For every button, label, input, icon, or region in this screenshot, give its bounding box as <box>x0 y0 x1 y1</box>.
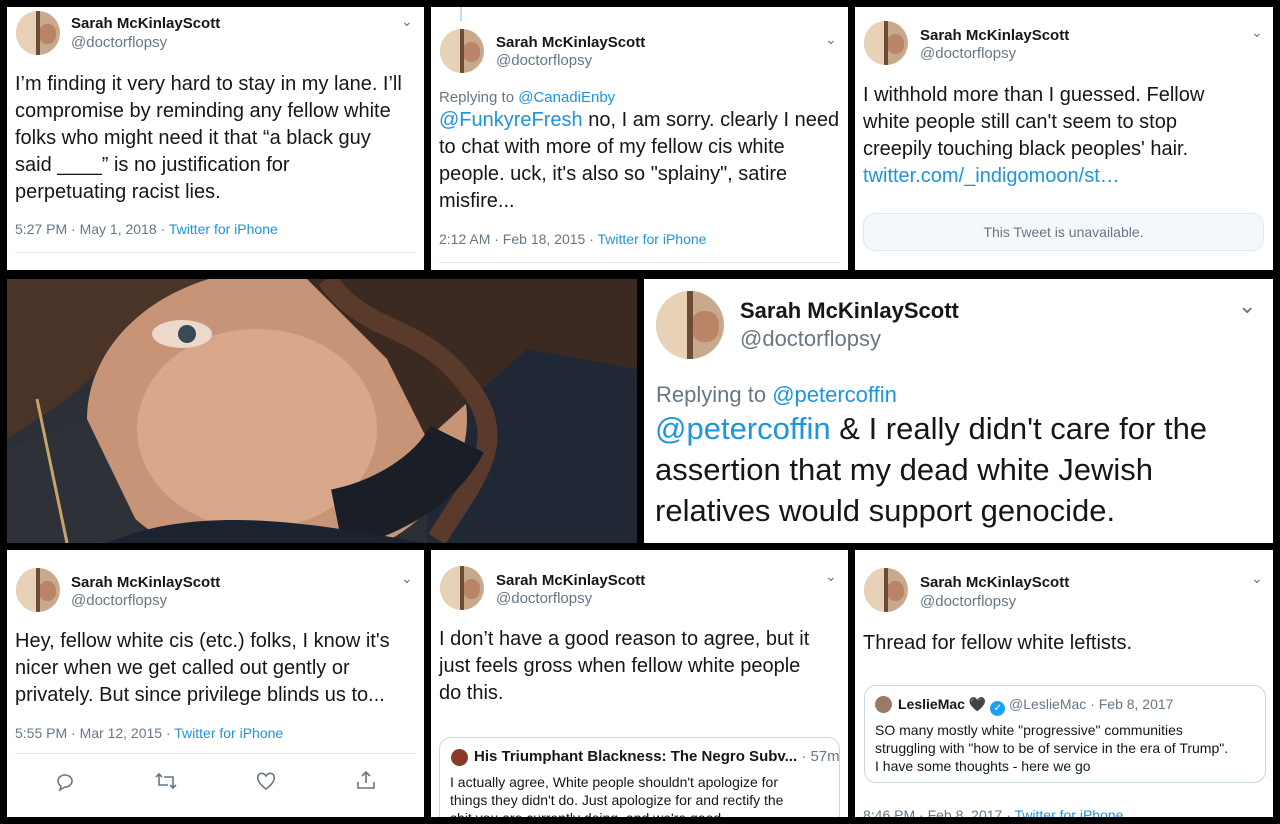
retweet-icon[interactable] <box>154 770 178 792</box>
chevron-down-icon[interactable]: ⌄ <box>1251 570 1263 587</box>
replying-to: Replying to @CanadiEnby <box>439 89 616 106</box>
divider <box>15 753 416 754</box>
chevron-down-icon[interactable]: ⌄ <box>401 570 413 587</box>
selfie-image <box>7 279 637 543</box>
chevron-down-icon[interactable]: ⌄ <box>825 31 837 48</box>
quoted-avatar <box>875 696 892 713</box>
avatar[interactable] <box>16 568 60 612</box>
like-icon[interactable] <box>255 770 277 792</box>
tweet-panel-1: Sarah McKinlayScott @doctorflopsy ⌄ I’m … <box>7 7 424 270</box>
replying-to-link[interactable]: @CanadiEnby <box>518 89 615 106</box>
author-name[interactable]: Sarah McKinlayScott <box>71 574 220 591</box>
author-name[interactable]: Sarah McKinlayScott <box>71 15 220 32</box>
heart-emoji: 🖤 <box>968 696 987 712</box>
quoted-avatar <box>451 749 468 766</box>
author-handle[interactable]: @doctorflopsy <box>920 45 1016 62</box>
verified-icon: ✓ <box>990 701 1006 716</box>
tweet-timestamp: 5:27 PM · May 1, 2018 · Twitter for iPho… <box>15 221 278 237</box>
share-icon[interactable] <box>355 769 377 791</box>
tweet-text: Thread for fellow white leftists. <box>863 632 1132 654</box>
tweet-text: Hey, fellow white cis (etc.) folks, I kn… <box>15 630 390 706</box>
tweet-timestamp: 5:55 PM · Mar 12, 2015 · Twitter for iPh… <box>15 725 284 741</box>
replying-to: Replying to @petercoffin <box>656 382 897 407</box>
quoted-age: · 57m <box>801 748 840 765</box>
avatar[interactable] <box>16 11 60 55</box>
unavailable-text: This Tweet is unavailable. <box>983 224 1144 240</box>
author-name[interactable]: Sarah McKinlayScott <box>920 574 1069 591</box>
quoted-author-name: His Triumphant Blackness: The Negro Subv… <box>474 748 840 765</box>
author-handle[interactable]: @doctorflopsy <box>740 326 881 352</box>
source-link[interactable]: Twitter for iPhone <box>174 725 283 741</box>
author-handle[interactable]: @doctorflopsy <box>71 592 167 609</box>
thread-line <box>460 7 462 21</box>
divider <box>15 252 416 253</box>
quoted-handle-date: @LeslieMac · Feb 8, 2017 <box>1009 696 1174 712</box>
avatar[interactable] <box>656 291 724 359</box>
tweet-text: @FunkyreFresh no, I am sorry. clearly I … <box>439 109 840 212</box>
mention-link[interactable]: @petercoffin <box>655 411 831 446</box>
tweet-timestamp: 2:12 AM · Feb 18, 2015 · Twitter for iPh… <box>439 231 707 247</box>
avatar[interactable] <box>864 568 908 612</box>
avatar[interactable] <box>440 566 484 610</box>
unavailable-card: This Tweet is unavailable. <box>863 213 1264 251</box>
source-link[interactable]: Twitter for iPhone <box>169 221 278 237</box>
source-link[interactable]: Twitter for iPhone <box>1015 807 1124 817</box>
author-name[interactable]: Sarah McKinlayScott <box>920 27 1069 44</box>
replying-to-link[interactable]: @petercoffin <box>772 382 897 407</box>
chevron-down-icon[interactable]: ⌄ <box>825 568 837 585</box>
quoted-text: SO many mostly white "progressive" commu… <box>875 722 1229 774</box>
quoted-text: I actually agree, White people shouldn't… <box>450 774 784 817</box>
tweet-panel-7: Sarah McKinlayScott @doctorflopsy ⌄ Thre… <box>855 550 1273 817</box>
chevron-down-icon[interactable]: ⌄ <box>1238 293 1256 319</box>
chevron-down-icon[interactable]: ⌄ <box>401 13 413 30</box>
tweet-link[interactable]: twitter.com/_indigomoon/st… <box>863 163 1204 190</box>
divider <box>439 262 840 263</box>
author-name[interactable]: Sarah McKinlayScott <box>496 572 645 589</box>
mention-link[interactable]: @FunkyreFresh <box>439 109 583 131</box>
quoted-author-name: LeslieMac 🖤 ✓ @LeslieMac · Feb 8, 2017 <box>898 696 1174 716</box>
author-handle[interactable]: @doctorflopsy <box>920 593 1016 610</box>
tweet-timestamp: 8:46 PM · Feb 8, 2017 · Twitter for iPho… <box>863 807 1123 817</box>
tweet-text: I withhold more than I guessed. Fellow w… <box>863 82 1204 190</box>
selfie-photo <box>7 279 637 543</box>
reply-icon[interactable] <box>54 770 76 792</box>
avatar[interactable] <box>864 21 908 65</box>
chevron-down-icon[interactable]: ⌄ <box>1251 24 1263 41</box>
author-name[interactable]: Sarah McKinlayScott <box>496 34 645 51</box>
author-handle[interactable]: @doctorflopsy <box>71 34 167 51</box>
author-name[interactable]: Sarah McKinlayScott <box>740 298 959 324</box>
author-handle[interactable]: @doctorflopsy <box>496 590 592 607</box>
quoted-tweet[interactable]: LeslieMac 🖤 ✓ @LeslieMac · Feb 8, 2017 S… <box>864 685 1266 783</box>
tweet-panel-3: Sarah McKinlayScott @doctorflopsy ⌄ I wi… <box>855 7 1273 270</box>
tweet-panel-2: Sarah McKinlayScott @doctorflopsy ⌄ Repl… <box>431 7 848 270</box>
author-handle[interactable]: @doctorflopsy <box>496 52 592 69</box>
tweet-panel-4: Sarah McKinlayScott @doctorflopsy ⌄ Repl… <box>644 279 1273 543</box>
tweet-text: @petercoffin & I really didn't care for … <box>655 411 1208 528</box>
tweet-panel-5: Sarah McKinlayScott @doctorflopsy ⌄ Hey,… <box>7 550 424 817</box>
tweet-panel-6: Sarah McKinlayScott @doctorflopsy ⌄ I do… <box>431 550 848 817</box>
quoted-tweet[interactable]: His Triumphant Blackness: The Negro Subv… <box>439 737 840 817</box>
tweet-text: I don’t have a good reason to agree, but… <box>439 628 810 704</box>
avatar[interactable] <box>440 29 484 73</box>
tweet-text: I’m finding it very hard to stay in my l… <box>15 73 402 203</box>
source-link[interactable]: Twitter for iPhone <box>598 231 707 247</box>
